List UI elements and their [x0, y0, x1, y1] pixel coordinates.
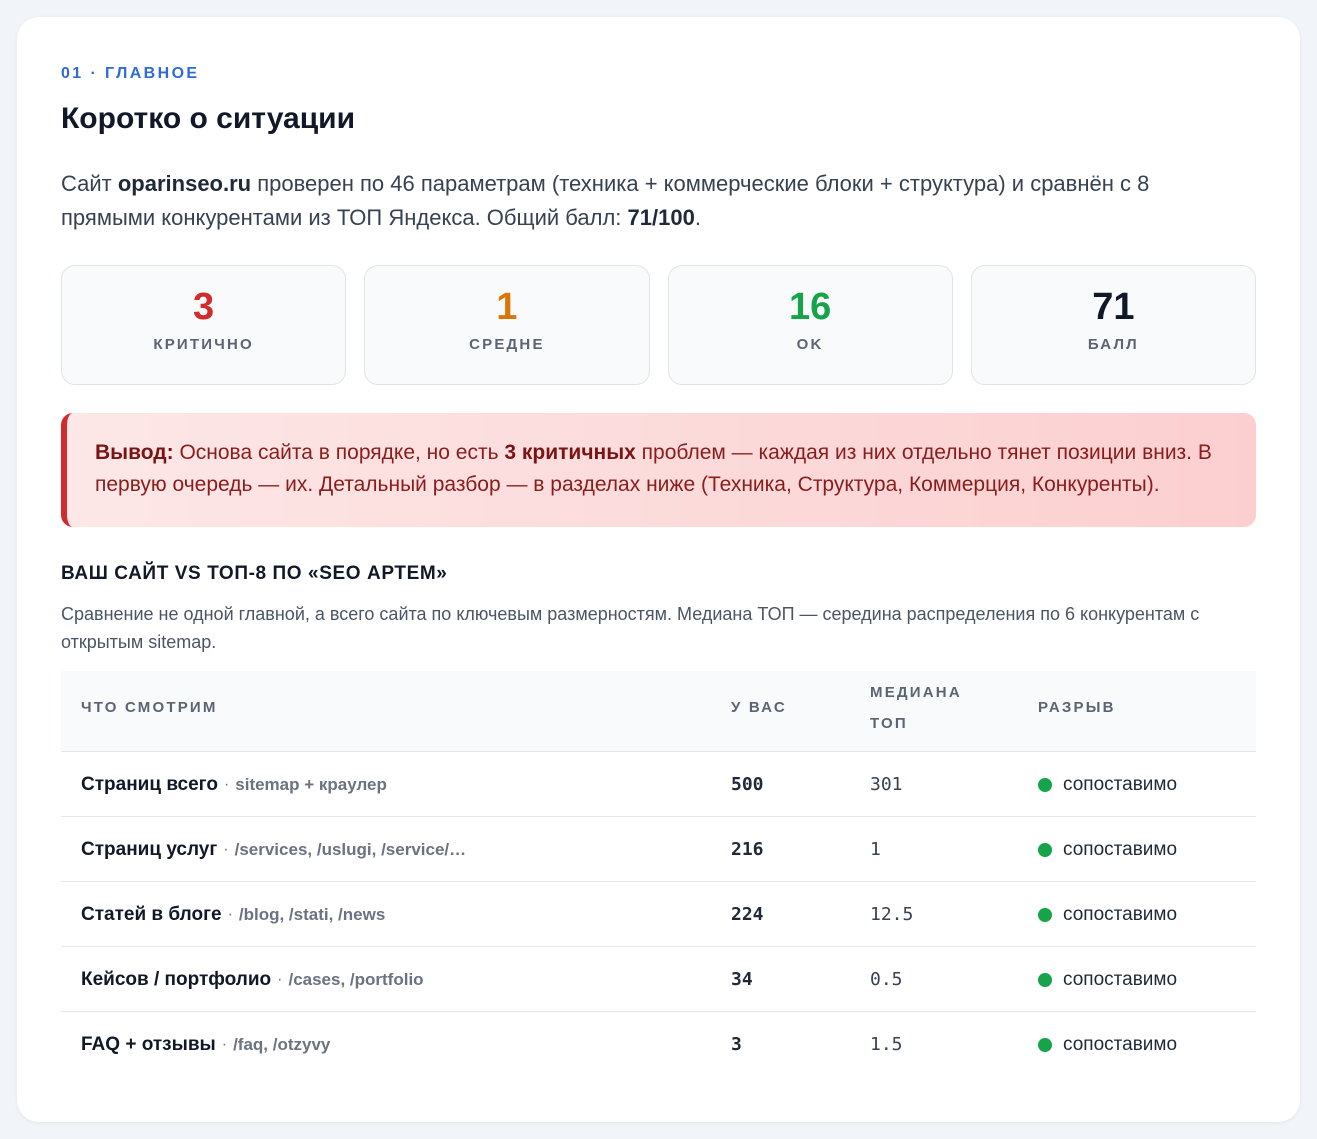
table-row: FAQ + отзывы · /faq, /otzyvy 3 1.5 сопоста…: [61, 1012, 1256, 1077]
row-separator: ·: [221, 1035, 228, 1053]
row-title: Статей в блоге: [81, 903, 222, 925]
stat-score: 71 БАЛЛ: [970, 265, 1256, 385]
overall-score: 71/100: [627, 205, 695, 230]
row-median: 12.5: [870, 904, 914, 925]
row-metric: Страниц всего · sitemap + краулер: [81, 752, 387, 817]
table-row: Страниц всего · sitemap + краулер 500 301 …: [61, 752, 1256, 817]
conclusion-strong: 3 критичных: [504, 441, 636, 464]
status-dot-icon: [1038, 1037, 1052, 1052]
row-path: sitemap + краулер: [235, 774, 387, 794]
row-title: Страниц всего: [81, 773, 218, 795]
row-metric: Страниц услуг · /services, /uslugi, /servi…: [81, 817, 466, 882]
site-domain: oparinseo.ru: [117, 171, 252, 196]
row-metric: FAQ + отзывы · /faq, /otzyvy: [81, 1012, 330, 1077]
stat-value: 3: [193, 286, 215, 328]
row-separator: ·: [227, 905, 233, 923]
row-gap: сопоставимо: [1038, 947, 1177, 1012]
stat-value: 71: [1092, 286, 1135, 328]
report-card: 01 · ГЛАВНОЕ Коротко о ситуации Сайт opa…: [17, 17, 1300, 1122]
row-path: /faq, /otzyvy: [233, 1034, 331, 1054]
header-gap: РАЗРЫВ: [1038, 699, 1116, 716]
row-yours: 216: [731, 839, 764, 860]
row-title: Кейсов / портфолио: [81, 968, 272, 990]
table-row: Кейсов / портфолио · /cases, /portfolio 34…: [61, 947, 1256, 1012]
conclusion-alert: Вывод: Основа сайта в порядке, но есть 3…: [61, 413, 1256, 527]
header-median: МЕДИАНА ТОП: [870, 677, 962, 739]
row-median: 1.5: [870, 1034, 903, 1055]
row-gap-label: сопоставимо: [1063, 838, 1178, 860]
row-yours: 224: [731, 904, 764, 925]
row-metric: Статей в блоге · /blog, /stati, /news: [81, 882, 385, 947]
row-gap: сопоставимо: [1038, 752, 1177, 817]
intro-paragraph: Сайт oparinseo.ru проверен по 46 парамет…: [61, 167, 1221, 235]
status-dot-icon: [1038, 777, 1052, 792]
row-median: 0.5: [870, 969, 903, 990]
status-dot-icon: [1038, 842, 1052, 857]
stat-label: БАЛЛ: [1087, 336, 1139, 353]
section-label: 01 · ГЛАВНОЕ: [61, 65, 200, 82]
row-gap: сопоставимо: [1038, 1012, 1177, 1077]
conclusion-lead: Вывод:: [95, 441, 174, 464]
stat-ok: 16 OK: [667, 265, 953, 385]
row-separator: ·: [223, 840, 229, 858]
stat-critical: 3 КРИТИЧНО: [61, 265, 347, 385]
stat-value: 16: [788, 286, 832, 328]
header-median-line1: МЕДИАНА: [870, 684, 962, 701]
row-path: /services, /uslugi, /service/…: [234, 839, 467, 859]
stat-value: 1: [496, 286, 518, 328]
table-row: Статей в блоге ·/blog, /stati, /news 224 …: [61, 882, 1256, 947]
row-median: 301: [870, 774, 903, 795]
intro-text-3: .: [694, 205, 701, 230]
row-yours: 34: [731, 969, 753, 990]
row-separator: ·: [223, 775, 230, 793]
table-row: Страниц услуг · /services, /uslugi, /servi…: [61, 817, 1256, 882]
row-gap: сопоставимо: [1038, 817, 1177, 882]
row-title: FAQ + отзывы: [81, 1033, 216, 1055]
header-what: ЧТО СМОТРИМ: [81, 699, 218, 716]
header-median-line2: ТОП: [870, 715, 908, 732]
row-gap: сопоставимо: [1038, 882, 1177, 947]
stat-label: КРИТИЧНО: [153, 336, 254, 353]
row-median: 1: [870, 839, 881, 860]
row-path: /cases, /portfolio: [288, 969, 424, 989]
row-gap-label: сопоставимо: [1063, 1033, 1178, 1055]
row-path: /blog, /stati, /news: [238, 904, 386, 924]
stat-label: OK: [796, 336, 824, 353]
stats-row: 3 КРИТИЧНО 1 СРЕДНЕ 16 OK 71 БАЛЛ: [61, 265, 1256, 385]
row-separator: ·: [277, 970, 283, 988]
comparison-description: Сравнение не одной главной, а всего сайт…: [61, 604, 1200, 652]
row-gap-label: сопоставимо: [1063, 773, 1178, 795]
stat-label: СРЕДНЕ: [469, 336, 545, 353]
status-dot-icon: [1038, 907, 1052, 922]
conclusion-text: Основа сайта в порядке, но есть: [173, 441, 505, 464]
row-gap-label: сопоставимо: [1063, 903, 1178, 925]
row-gap-label: сопоставимо: [1063, 968, 1178, 990]
comparison-table: ЧТО СМОТРИМ У ВАС МЕДИАНА ТОП РАЗРЫВ Стр…: [61, 671, 1256, 1077]
row-title: Страниц услуг: [81, 838, 218, 860]
page-title: Коротко о ситуации: [61, 102, 356, 135]
row-yours: 3: [731, 1034, 742, 1055]
comparison-title: ВАШ САЙТ VS ТОП-8 ПО «SEO АРТЕМ»: [61, 563, 448, 584]
row-metric: Кейсов / портфолио · /cases, /portfolio: [81, 947, 424, 1012]
stat-medium: 1 СРЕДНЕ: [364, 265, 650, 385]
intro-text: Сайт: [61, 171, 118, 196]
row-yours: 500: [731, 774, 764, 795]
header-yours: У ВАС: [731, 699, 787, 716]
status-dot-icon: [1038, 972, 1052, 987]
table-header: ЧТО СМОТРИМ У ВАС МЕДИАНА ТОП РАЗРЫВ: [61, 671, 1256, 752]
